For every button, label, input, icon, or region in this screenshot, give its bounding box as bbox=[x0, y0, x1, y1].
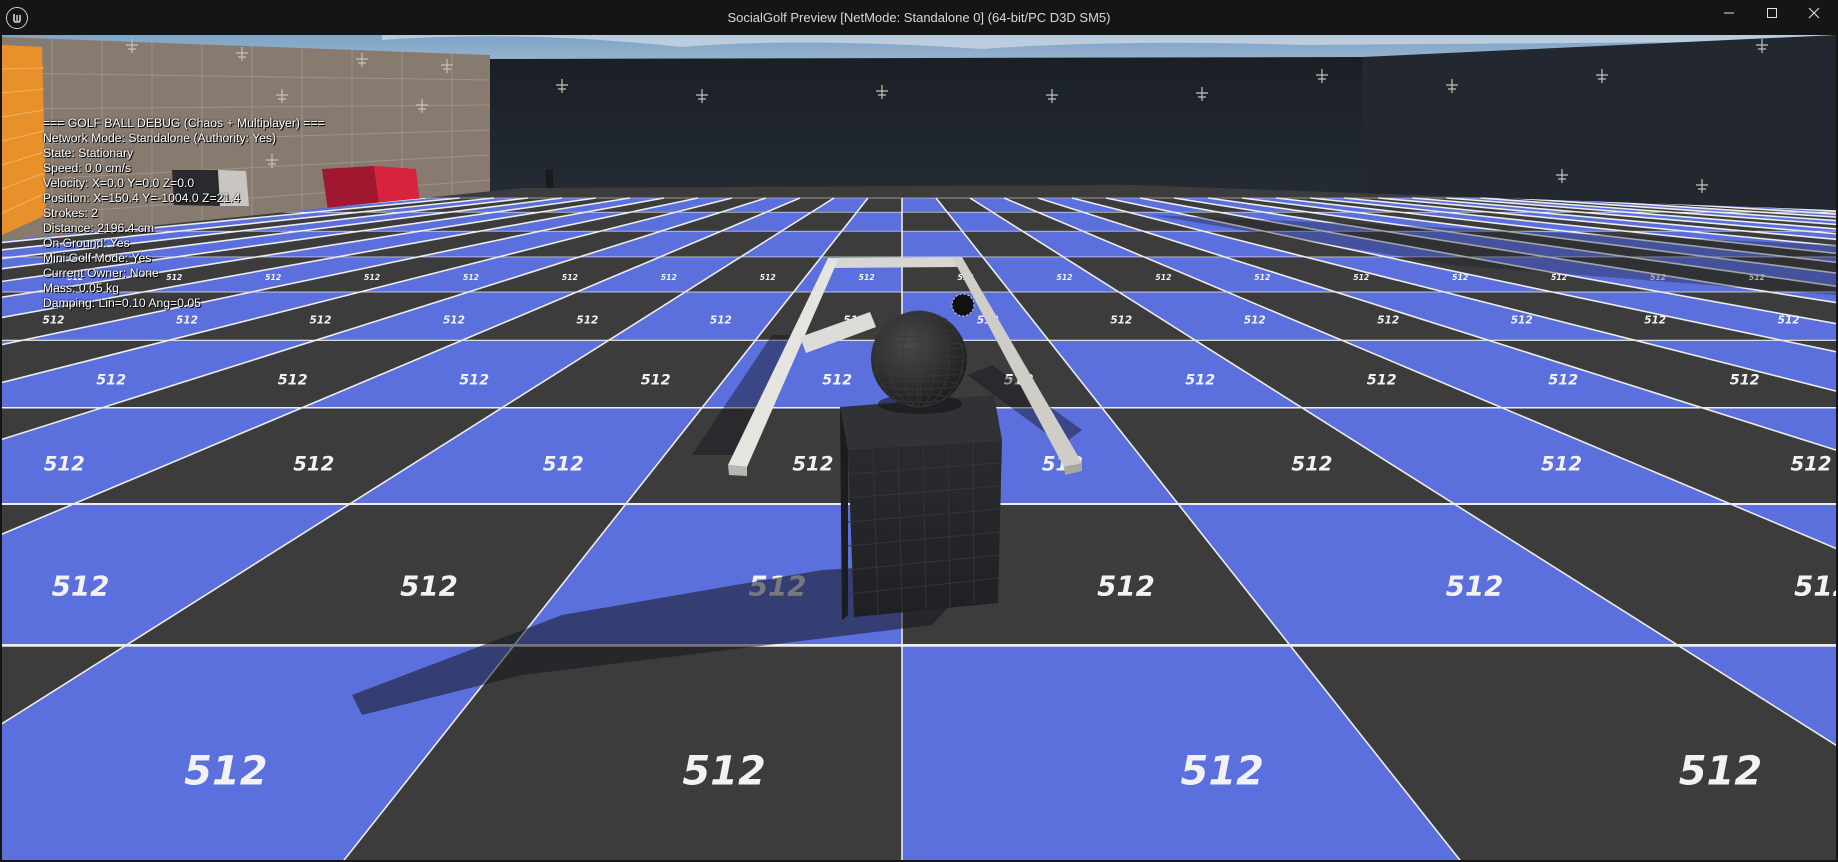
floor-tile-label: 512 bbox=[1790, 452, 1831, 475]
floor-tile-label: 512 bbox=[1110, 315, 1132, 327]
debug-state: State: Stationary bbox=[43, 146, 134, 160]
floor-tile-label: 512 bbox=[682, 749, 766, 795]
floor-tile-label: 512 bbox=[1155, 273, 1171, 282]
floor-tile-label: 512 bbox=[1778, 315, 1800, 327]
floor-tile-label: 512 bbox=[293, 452, 334, 475]
pedestal bbox=[840, 395, 1002, 620]
floor-tile-label: 512 bbox=[176, 315, 198, 327]
floor-tile-label: 512 bbox=[641, 372, 671, 388]
floor-tile-label: 512 bbox=[364, 273, 380, 282]
close-icon bbox=[1808, 6, 1820, 24]
floor-tile-label: 512 bbox=[184, 749, 268, 795]
floor-tile-label: 512 bbox=[1097, 569, 1155, 602]
floor-tile-label: 512 bbox=[443, 315, 465, 327]
floor-tile-label: 512 bbox=[1367, 372, 1397, 388]
window-title: SocialGolf Preview [NetMode: Standalone … bbox=[727, 10, 1111, 25]
floor-tile-label: 512 bbox=[1794, 569, 1836, 602]
floor-tile-label: 512 bbox=[562, 273, 578, 282]
floor-tile-label: 512 bbox=[1548, 372, 1578, 388]
orange-panel bbox=[2, 45, 46, 235]
floor-tile-label: 512 bbox=[463, 273, 479, 282]
debug-position: Position: X=150.4 Y=-1004.0 Z=21.4 bbox=[43, 191, 241, 205]
debug-header: === GOLF BALL DEBUG (Chaos + Multiplayer… bbox=[43, 116, 325, 130]
floor-tile-label: 512 bbox=[1551, 273, 1567, 282]
minimize-button[interactable] bbox=[1708, 0, 1750, 30]
floor-tile-label: 512 bbox=[459, 372, 489, 388]
floor-tile-label: 512 bbox=[309, 315, 331, 327]
floor-tile-label: 512 bbox=[1291, 452, 1332, 475]
floor-tile-label: 512 bbox=[661, 273, 677, 282]
floor-tile-label: 512 bbox=[44, 452, 85, 475]
floor-tile-label: 512 bbox=[96, 372, 126, 388]
golf-hole bbox=[951, 293, 975, 317]
floor-tile-label: 512 bbox=[576, 315, 598, 327]
debug-distance: Distance: 2196.4 cm bbox=[43, 221, 155, 235]
close-button[interactable] bbox=[1793, 0, 1835, 30]
floor-tile-label: 512 bbox=[278, 372, 308, 388]
debug-speed: Speed: 0.0 cm/s bbox=[43, 161, 132, 175]
floor-tile-label: 512 bbox=[1185, 372, 1215, 388]
floor-tile-label: 512 bbox=[543, 452, 584, 475]
maximize-button[interactable] bbox=[1751, 0, 1793, 30]
floor-tile-label: 512 bbox=[1377, 315, 1399, 327]
floor-tile-label: 512 bbox=[792, 452, 833, 475]
debug-damping: Damping: Lin=0.10 Ang=0.05 bbox=[43, 296, 201, 310]
floor-tile-label: 512 bbox=[1056, 273, 1072, 282]
maximize-icon bbox=[1766, 6, 1778, 24]
floor-tile-label: 512 bbox=[1679, 749, 1763, 795]
floor-tile-label: 512 bbox=[1730, 372, 1760, 388]
floor-tile-label: 512 bbox=[1353, 273, 1369, 282]
floor-tile-label: 512 bbox=[43, 315, 65, 327]
floor-tile-label: 512 bbox=[1511, 315, 1533, 327]
debug-velocity: Velocity: X=0.0 Y=0.0 Z=0.0 bbox=[43, 176, 195, 190]
floor-tile-label: 512 bbox=[400, 569, 458, 602]
debug-network-mode: Network Mode: Standalone (Authority: Yes… bbox=[43, 131, 277, 145]
back-wall bbox=[490, 57, 1362, 207]
track-back-rail bbox=[828, 257, 957, 268]
debug-strokes: Strokes: 2 bbox=[43, 206, 98, 220]
floor-tile-label: 512 bbox=[1244, 315, 1266, 327]
unreal-engine-logo-icon[interactable] bbox=[6, 7, 28, 29]
floor-tile-label: 512 bbox=[859, 273, 875, 282]
floor-tile-label: 512 bbox=[822, 372, 852, 388]
debug-current-owner: Current Owner: None bbox=[43, 266, 159, 280]
golf-ball-debug-overlay: === GOLF BALL DEBUG (Chaos + Multiplayer… bbox=[43, 116, 325, 311]
debug-on-ground: On Ground: Yes bbox=[43, 236, 130, 250]
minimize-icon bbox=[1723, 6, 1735, 24]
floor-tile-label: 512 bbox=[1452, 273, 1468, 282]
debug-mass: Mass: 0.05 kg bbox=[43, 281, 119, 295]
floor-tile-label: 512 bbox=[1644, 315, 1666, 327]
game-window: SocialGolf Preview [NetMode: Standalone … bbox=[0, 0, 1838, 862]
floor-tile-label: 512 bbox=[1181, 749, 1265, 795]
golf-ball bbox=[870, 310, 968, 414]
floor-tile-label: 512 bbox=[1446, 569, 1504, 602]
title-bar[interactable]: SocialGolf Preview [NetMode: Standalone … bbox=[0, 0, 1838, 36]
floor-tile-label: 512 bbox=[1254, 273, 1270, 282]
floor-tile-label: 512 bbox=[52, 569, 110, 602]
debug-mini-golf-mode: Mini Golf Mode: Yes bbox=[43, 251, 152, 265]
floor-tile-label: 512 bbox=[1541, 452, 1582, 475]
game-viewport[interactable]: 512 512 512 512 512 512 512 512 512 512 512 512 512 5… bbox=[2, 35, 1836, 860]
floor-tile-label: 512 bbox=[710, 315, 732, 327]
floor-tile-label: 512 bbox=[760, 273, 776, 282]
